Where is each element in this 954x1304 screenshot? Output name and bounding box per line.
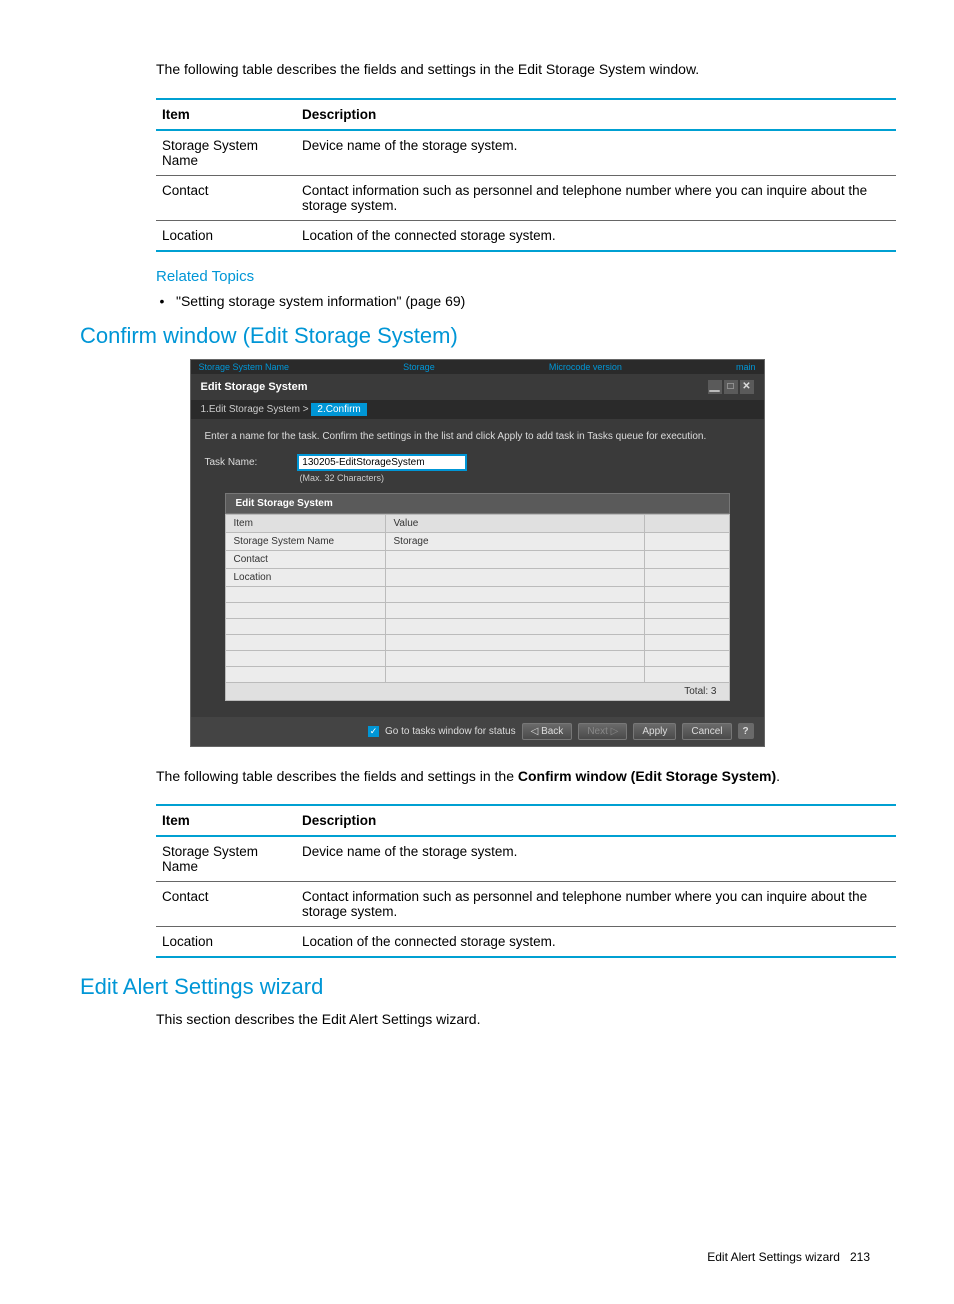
grid-cell: Location bbox=[225, 568, 385, 586]
edit-alert-settings-heading: Edit Alert Settings wizard bbox=[80, 974, 874, 1000]
edit-storage-table: Item Description Storage System Name Dev… bbox=[156, 98, 896, 252]
grid-cell bbox=[644, 568, 729, 586]
close-icon[interactable]: ✕ bbox=[740, 380, 754, 394]
related-topics-heading: Related Topics bbox=[156, 268, 874, 285]
task-name-hint: (Max. 32 Characters) bbox=[300, 473, 750, 483]
table-row: Contact Contact information such as pers… bbox=[156, 175, 896, 220]
table-row: Location Location of the connected stora… bbox=[156, 927, 896, 958]
table-head-row: Item Description bbox=[156, 99, 896, 130]
screenshot-topstrip: Storage System Name Storage Microcode ve… bbox=[191, 360, 764, 374]
grid-row: Storage System Name Storage bbox=[225, 532, 729, 550]
cell-item: Location bbox=[156, 220, 296, 251]
wizard-instruction: Enter a name for the task. Confirm the s… bbox=[205, 431, 750, 442]
cell-item: Storage System Name bbox=[156, 130, 296, 176]
dialog-title: Edit Storage System bbox=[201, 381, 308, 393]
grid-head-value: Value bbox=[385, 514, 644, 532]
cell-desc: Location of the connected storage system… bbox=[296, 927, 896, 958]
summary-panel-title: Edit Storage System bbox=[225, 493, 730, 514]
cancel-button[interactable]: Cancel bbox=[682, 723, 731, 740]
task-name-label: Task Name: bbox=[205, 457, 295, 468]
cell-desc: Device name of the storage system. bbox=[296, 130, 896, 176]
table-row: Storage System Name Device name of the s… bbox=[156, 130, 896, 176]
minimize-icon[interactable]: ⎽ bbox=[708, 380, 722, 394]
grid-cell bbox=[385, 550, 644, 568]
grid-row: Contact bbox=[225, 550, 729, 568]
col-item: Item bbox=[156, 99, 296, 130]
col-description: Description bbox=[296, 805, 896, 836]
grid-cell: Contact bbox=[225, 550, 385, 568]
task-name-input[interactable]: 130205-EditStorageSystem bbox=[297, 454, 467, 471]
section2-body: This section describes the Edit Alert Se… bbox=[156, 1010, 874, 1030]
goto-tasks-checkbox[interactable]: ✓ bbox=[368, 726, 379, 737]
help-icon[interactable]: ? bbox=[738, 723, 754, 739]
grid-head-blank bbox=[644, 514, 729, 532]
grid-cell bbox=[644, 550, 729, 568]
col-item: Item bbox=[156, 805, 296, 836]
next-button: Next ▷ bbox=[578, 723, 627, 740]
breadcrumb-step2: 2.Confirm bbox=[311, 403, 366, 416]
intro-paragraph-2: The following table describes the fields… bbox=[156, 767, 874, 787]
summary-grid: Item Value Storage System Name Storage C… bbox=[225, 514, 730, 683]
grid-row: Location bbox=[225, 568, 729, 586]
back-button[interactable]: ◁ Back bbox=[522, 723, 573, 740]
confirm-window-heading: Confirm window (Edit Storage System) bbox=[80, 323, 874, 349]
apply-button[interactable]: Apply bbox=[633, 723, 676, 740]
grid-head-item: Item bbox=[225, 514, 385, 532]
cell-desc: Device name of the storage system. bbox=[296, 836, 896, 882]
cell-item: Contact bbox=[156, 175, 296, 220]
table-head-row: Item Description bbox=[156, 805, 896, 836]
cell-item: Contact bbox=[156, 882, 296, 927]
topstrip-mid: Storage bbox=[403, 362, 435, 372]
topstrip-left: Storage System Name bbox=[199, 362, 290, 372]
col-description: Description bbox=[296, 99, 896, 130]
breadcrumb-step1[interactable]: 1.Edit Storage System > bbox=[201, 404, 309, 415]
goto-tasks-label: Go to tasks window for status bbox=[385, 726, 516, 737]
wizard-breadcrumb: 1.Edit Storage System > 2.Confirm bbox=[191, 400, 764, 419]
grid-cell bbox=[385, 568, 644, 586]
table-row: Storage System Name Device name of the s… bbox=[156, 836, 896, 882]
cell-desc: Contact information such as personnel an… bbox=[296, 882, 896, 927]
table-row: Location Location of the connected stora… bbox=[156, 220, 896, 251]
table-row: Contact Contact information such as pers… bbox=[156, 882, 896, 927]
cell-item: Storage System Name bbox=[156, 836, 296, 882]
topstrip-right1: Microcode version bbox=[549, 362, 622, 372]
cell-item: Location bbox=[156, 927, 296, 958]
cell-desc: Contact information such as personnel an… bbox=[296, 175, 896, 220]
maximize-icon[interactable]: □ bbox=[724, 380, 738, 394]
grid-cell bbox=[644, 532, 729, 550]
intro-paragraph-1: The following table describes the fields… bbox=[156, 60, 874, 80]
related-topics-link[interactable]: "Setting storage system information" (pa… bbox=[156, 293, 874, 309]
grid-cell: Storage System Name bbox=[225, 532, 385, 550]
cell-desc: Location of the connected storage system… bbox=[296, 220, 896, 251]
page-footer: Edit Alert Settings wizard 213 bbox=[80, 1250, 874, 1264]
summary-total: Total: 3 bbox=[225, 683, 730, 701]
grid-cell: Storage bbox=[385, 532, 644, 550]
confirm-window-screenshot: Storage System Name Storage Microcode ve… bbox=[190, 359, 765, 747]
confirm-window-table: Item Description Storage System Name Dev… bbox=[156, 804, 896, 958]
topstrip-right2: main bbox=[736, 362, 756, 372]
